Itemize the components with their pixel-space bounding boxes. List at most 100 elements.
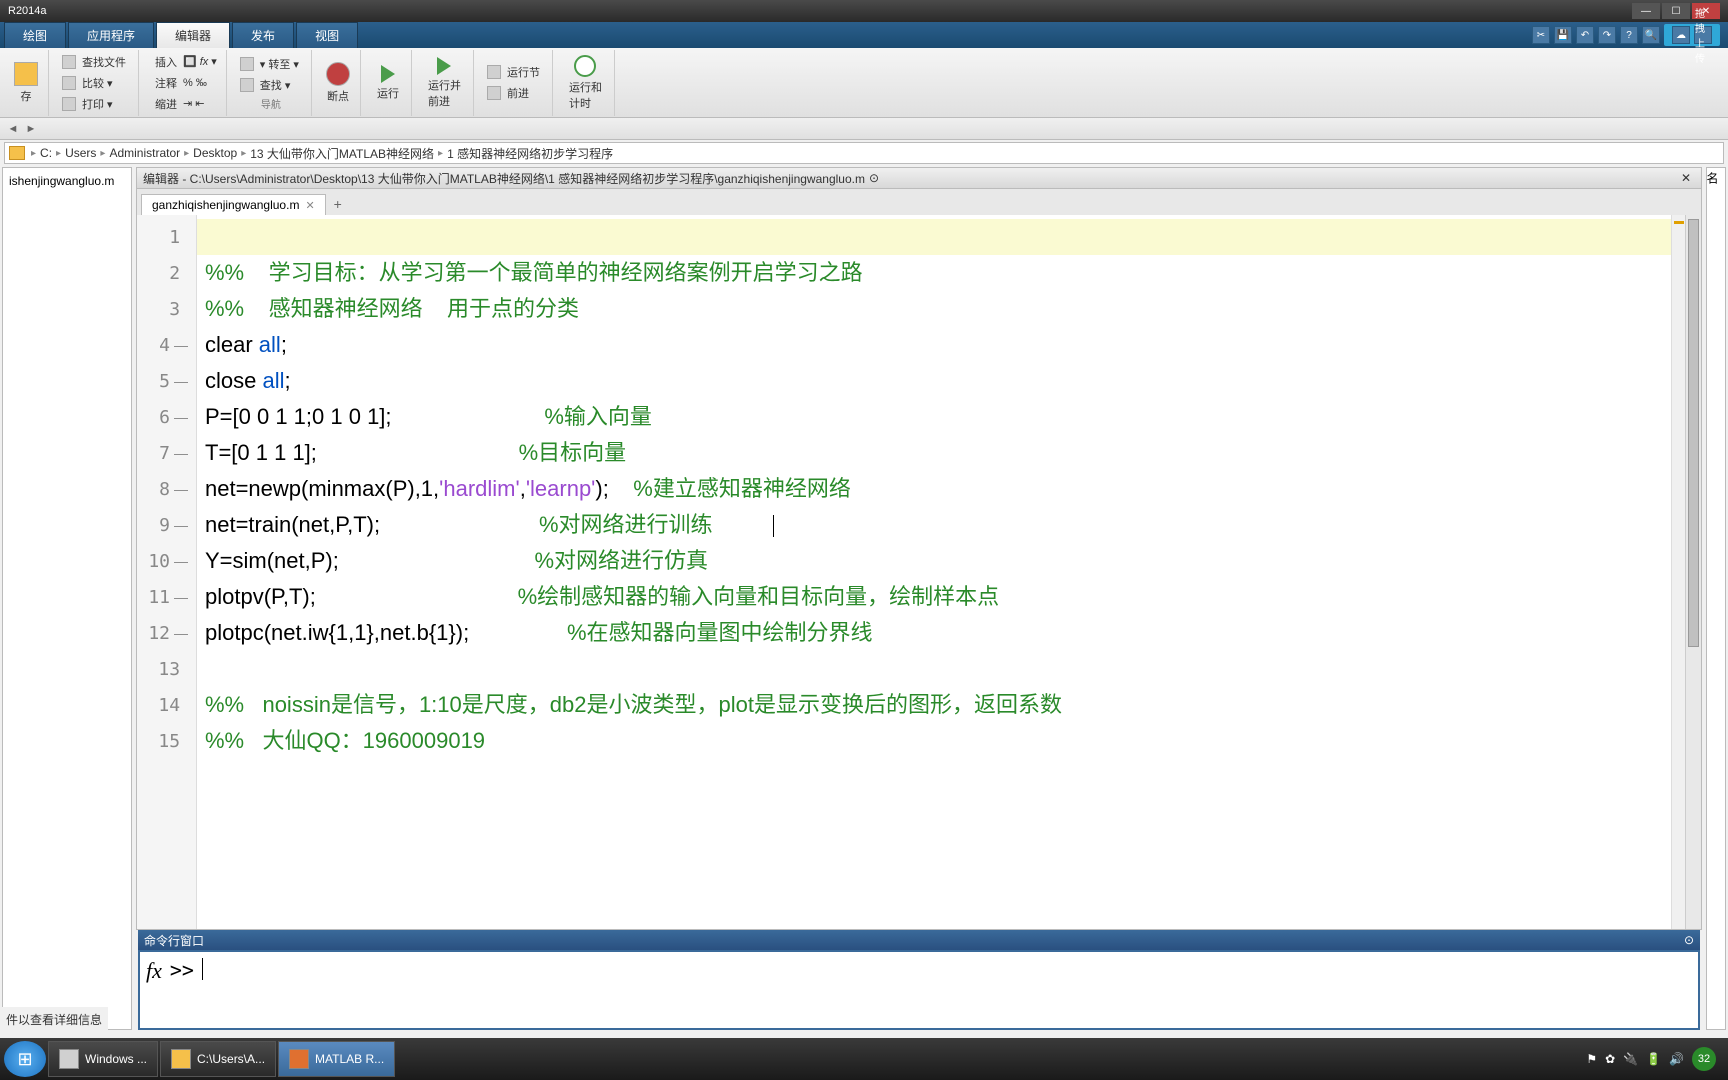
dock-cmd-icon[interactable]: ⊙ <box>1684 933 1694 947</box>
editor-path: 编辑器 - C:\Users\Administrator\Desktop\13 … <box>143 170 865 187</box>
editor-titlebar: 编辑器 - C:\Users\Administrator\Desktop\13 … <box>136 167 1702 189</box>
tab-plot[interactable]: 绘图 <box>4 22 66 48</box>
print-button[interactable]: 打印 ▾ <box>59 94 132 114</box>
run-time-button[interactable]: 运行和 计时 <box>563 53 608 113</box>
battery-icon[interactable]: 🔋 <box>1646 1052 1661 1066</box>
file-tabs: ganzhiqishenjingwangluo.m ✕ + <box>136 189 1702 215</box>
window-titlebar: R2014a — ☐ ✕ <box>0 0 1728 22</box>
play-advance-icon <box>437 57 451 75</box>
vertical-scrollbar[interactable] <box>1685 215 1701 929</box>
crumb-c[interactable]: C: <box>38 146 54 160</box>
find-icon <box>62 55 76 69</box>
command-input-area[interactable]: fx >> <box>138 950 1700 1030</box>
save-icon[interactable]: 💾 <box>1554 26 1572 44</box>
crumb-folder1[interactable]: 13 大仙带你入门MATLAB神经网络 <box>248 145 436 162</box>
tab-editor[interactable]: 编辑器 <box>156 22 230 48</box>
right-dock[interactable]: 名 <box>1706 167 1726 1030</box>
command-window: 命令行窗口 ⊙ fx >> <box>138 930 1700 1030</box>
matlab-icon <box>289 1049 309 1069</box>
command-prompt: >> <box>170 958 194 982</box>
breakpoint-button[interactable]: 断点 <box>322 60 354 106</box>
file-item[interactable]: ishenjingwangluo.m <box>7 172 127 190</box>
file-tab-active[interactable]: ganzhiqishenjingwangluo.m ✕ <box>141 194 326 215</box>
upload-badge[interactable]: ☁ 拖拽上传 <box>1664 24 1720 46</box>
crumb-users[interactable]: Users <box>63 146 98 160</box>
find-button[interactable]: 查找 ▾ <box>237 75 305 95</box>
indent-row[interactable]: 缩进 ⇥ ⇤ <box>149 94 220 114</box>
forward-button[interactable]: ► <box>22 120 40 138</box>
editor-panel: 编辑器 - C:\Users\Administrator\Desktop\13 … <box>136 167 1702 1030</box>
app-title: R2014a <box>8 5 47 17</box>
windows-taskbar: ⊞ Windows ... C:\Users\A... MATLAB R... … <box>0 1038 1728 1080</box>
close-tab-icon[interactable]: ✕ <box>305 199 314 212</box>
explorer-icon <box>59 1049 79 1069</box>
start-button[interactable]: ⊞ <box>4 1041 46 1077</box>
flag-icon[interactable]: ⚑ <box>1586 1052 1597 1066</box>
notification-count[interactable]: 32 <box>1692 1047 1716 1071</box>
save-file-icon <box>14 62 38 86</box>
code-editor[interactable]: 1 2 3 4—5—6—7—8—9—10—11—12—13 14 15 %% 学… <box>136 215 1702 930</box>
cut-icon[interactable]: ✂ <box>1532 26 1550 44</box>
folder-icon <box>9 146 25 160</box>
crumb-desktop[interactable]: Desktop <box>191 146 239 160</box>
status-hint: 件以查看详细信息 <box>0 1007 108 1032</box>
play-icon <box>381 65 395 83</box>
close-editor-icon[interactable]: ✕ <box>1677 171 1695 185</box>
clock-icon <box>574 55 596 77</box>
new-tab-button[interactable]: + <box>326 193 350 215</box>
compare-button[interactable]: 比较 ▾ <box>59 73 132 93</box>
advance-button[interactable]: 前进 <box>484 83 546 103</box>
search-doc-icon[interactable]: 🔍 <box>1642 26 1660 44</box>
breadcrumb[interactable]: ▸ C:▸ Users▸ Administrator▸ Desktop▸ 13 … <box>4 142 1724 164</box>
maximize-button[interactable]: ☐ <box>1662 3 1690 19</box>
advance-icon <box>487 86 501 100</box>
toolstrip: 存 查找文件 比较 ▾ 打印 ▾ 插入 🔲 fx ▾ 注释 % ‰ 缩进 ⇥ ⇤… <box>0 48 1728 118</box>
text-cursor <box>202 958 203 980</box>
taskbar-item[interactable]: MATLAB R... <box>278 1041 395 1077</box>
insert-row[interactable]: 插入 🔲 fx ▾ <box>149 52 220 72</box>
run-advance-button[interactable]: 运行并 前进 <box>422 55 467 111</box>
goto-button[interactable]: ▾ 转至 ▾ <box>237 54 305 74</box>
volume-icon[interactable]: 🔊 <box>1669 1052 1684 1066</box>
crumb-admin[interactable]: Administrator <box>107 146 182 160</box>
find-files-button[interactable]: 查找文件 <box>59 52 132 72</box>
run-button[interactable]: 运行 <box>371 63 405 103</box>
search-icon <box>240 78 254 92</box>
line-gutter: 1 2 3 4—5—6—7—8—9—10—11—12—13 14 15 <box>137 215 197 929</box>
back-button[interactable]: ◄ <box>4 120 22 138</box>
main-area: ishenjingwangluo.m 编辑器 - C:\Users\Admini… <box>0 165 1728 1032</box>
network-icon[interactable]: 🔌 <box>1623 1052 1638 1066</box>
main-tabstrip: 绘图 应用程序 编辑器 发布 视图 ✂ 💾 ↶ ↷ ? 🔍 ☁ 拖拽上传 <box>0 22 1728 48</box>
dock-icon[interactable]: ⊙ <box>865 171 883 185</box>
help-icon[interactable]: ? <box>1620 26 1638 44</box>
breakpoint-icon <box>326 62 350 86</box>
system-tray[interactable]: ⚑ ✿ 🔌 🔋 🔊 32 <box>1578 1047 1724 1071</box>
scrollbar-thumb[interactable] <box>1688 219 1699 647</box>
cloud-icon: ☁ <box>1672 26 1690 44</box>
goto-icon <box>240 57 254 71</box>
shield-icon[interactable]: ✿ <box>1605 1052 1615 1066</box>
fx-icon[interactable]: fx <box>146 958 162 984</box>
comment-row[interactable]: 注释 % ‰ <box>149 73 220 93</box>
message-strip[interactable] <box>1671 215 1685 929</box>
print-icon <box>62 97 76 111</box>
crumb-folder2[interactable]: 1 感知器神经网络初步学习程序 <box>445 145 615 162</box>
folder-icon <box>171 1049 191 1069</box>
tab-apps[interactable]: 应用程序 <box>68 22 154 48</box>
current-line-highlight <box>197 219 1671 255</box>
current-folder-panel[interactable]: ishenjingwangluo.m <box>2 167 132 1030</box>
tab-publish[interactable]: 发布 <box>232 22 294 48</box>
tab-view[interactable]: 视图 <box>296 22 358 48</box>
code-body[interactable]: %% 学习目标：从学习第一个最简单的神经网络案例开启学习之路%% 感知器神经网络… <box>197 215 1671 929</box>
minimize-button[interactable]: — <box>1632 3 1660 19</box>
run-section-button[interactable]: 运行节 <box>484 62 546 82</box>
compare-icon <box>62 76 76 90</box>
taskbar-item[interactable]: Windows ... <box>48 1041 158 1077</box>
command-window-title[interactable]: 命令行窗口 ⊙ <box>138 930 1700 950</box>
redo-icon[interactable]: ↷ <box>1598 26 1616 44</box>
nav-history: ◄ ► <box>0 118 1728 140</box>
undo-icon[interactable]: ↶ <box>1576 26 1594 44</box>
taskbar-item[interactable]: C:\Users\A... <box>160 1041 276 1077</box>
run-section-icon <box>487 65 501 79</box>
save-button[interactable]: 存 <box>10 60 42 106</box>
